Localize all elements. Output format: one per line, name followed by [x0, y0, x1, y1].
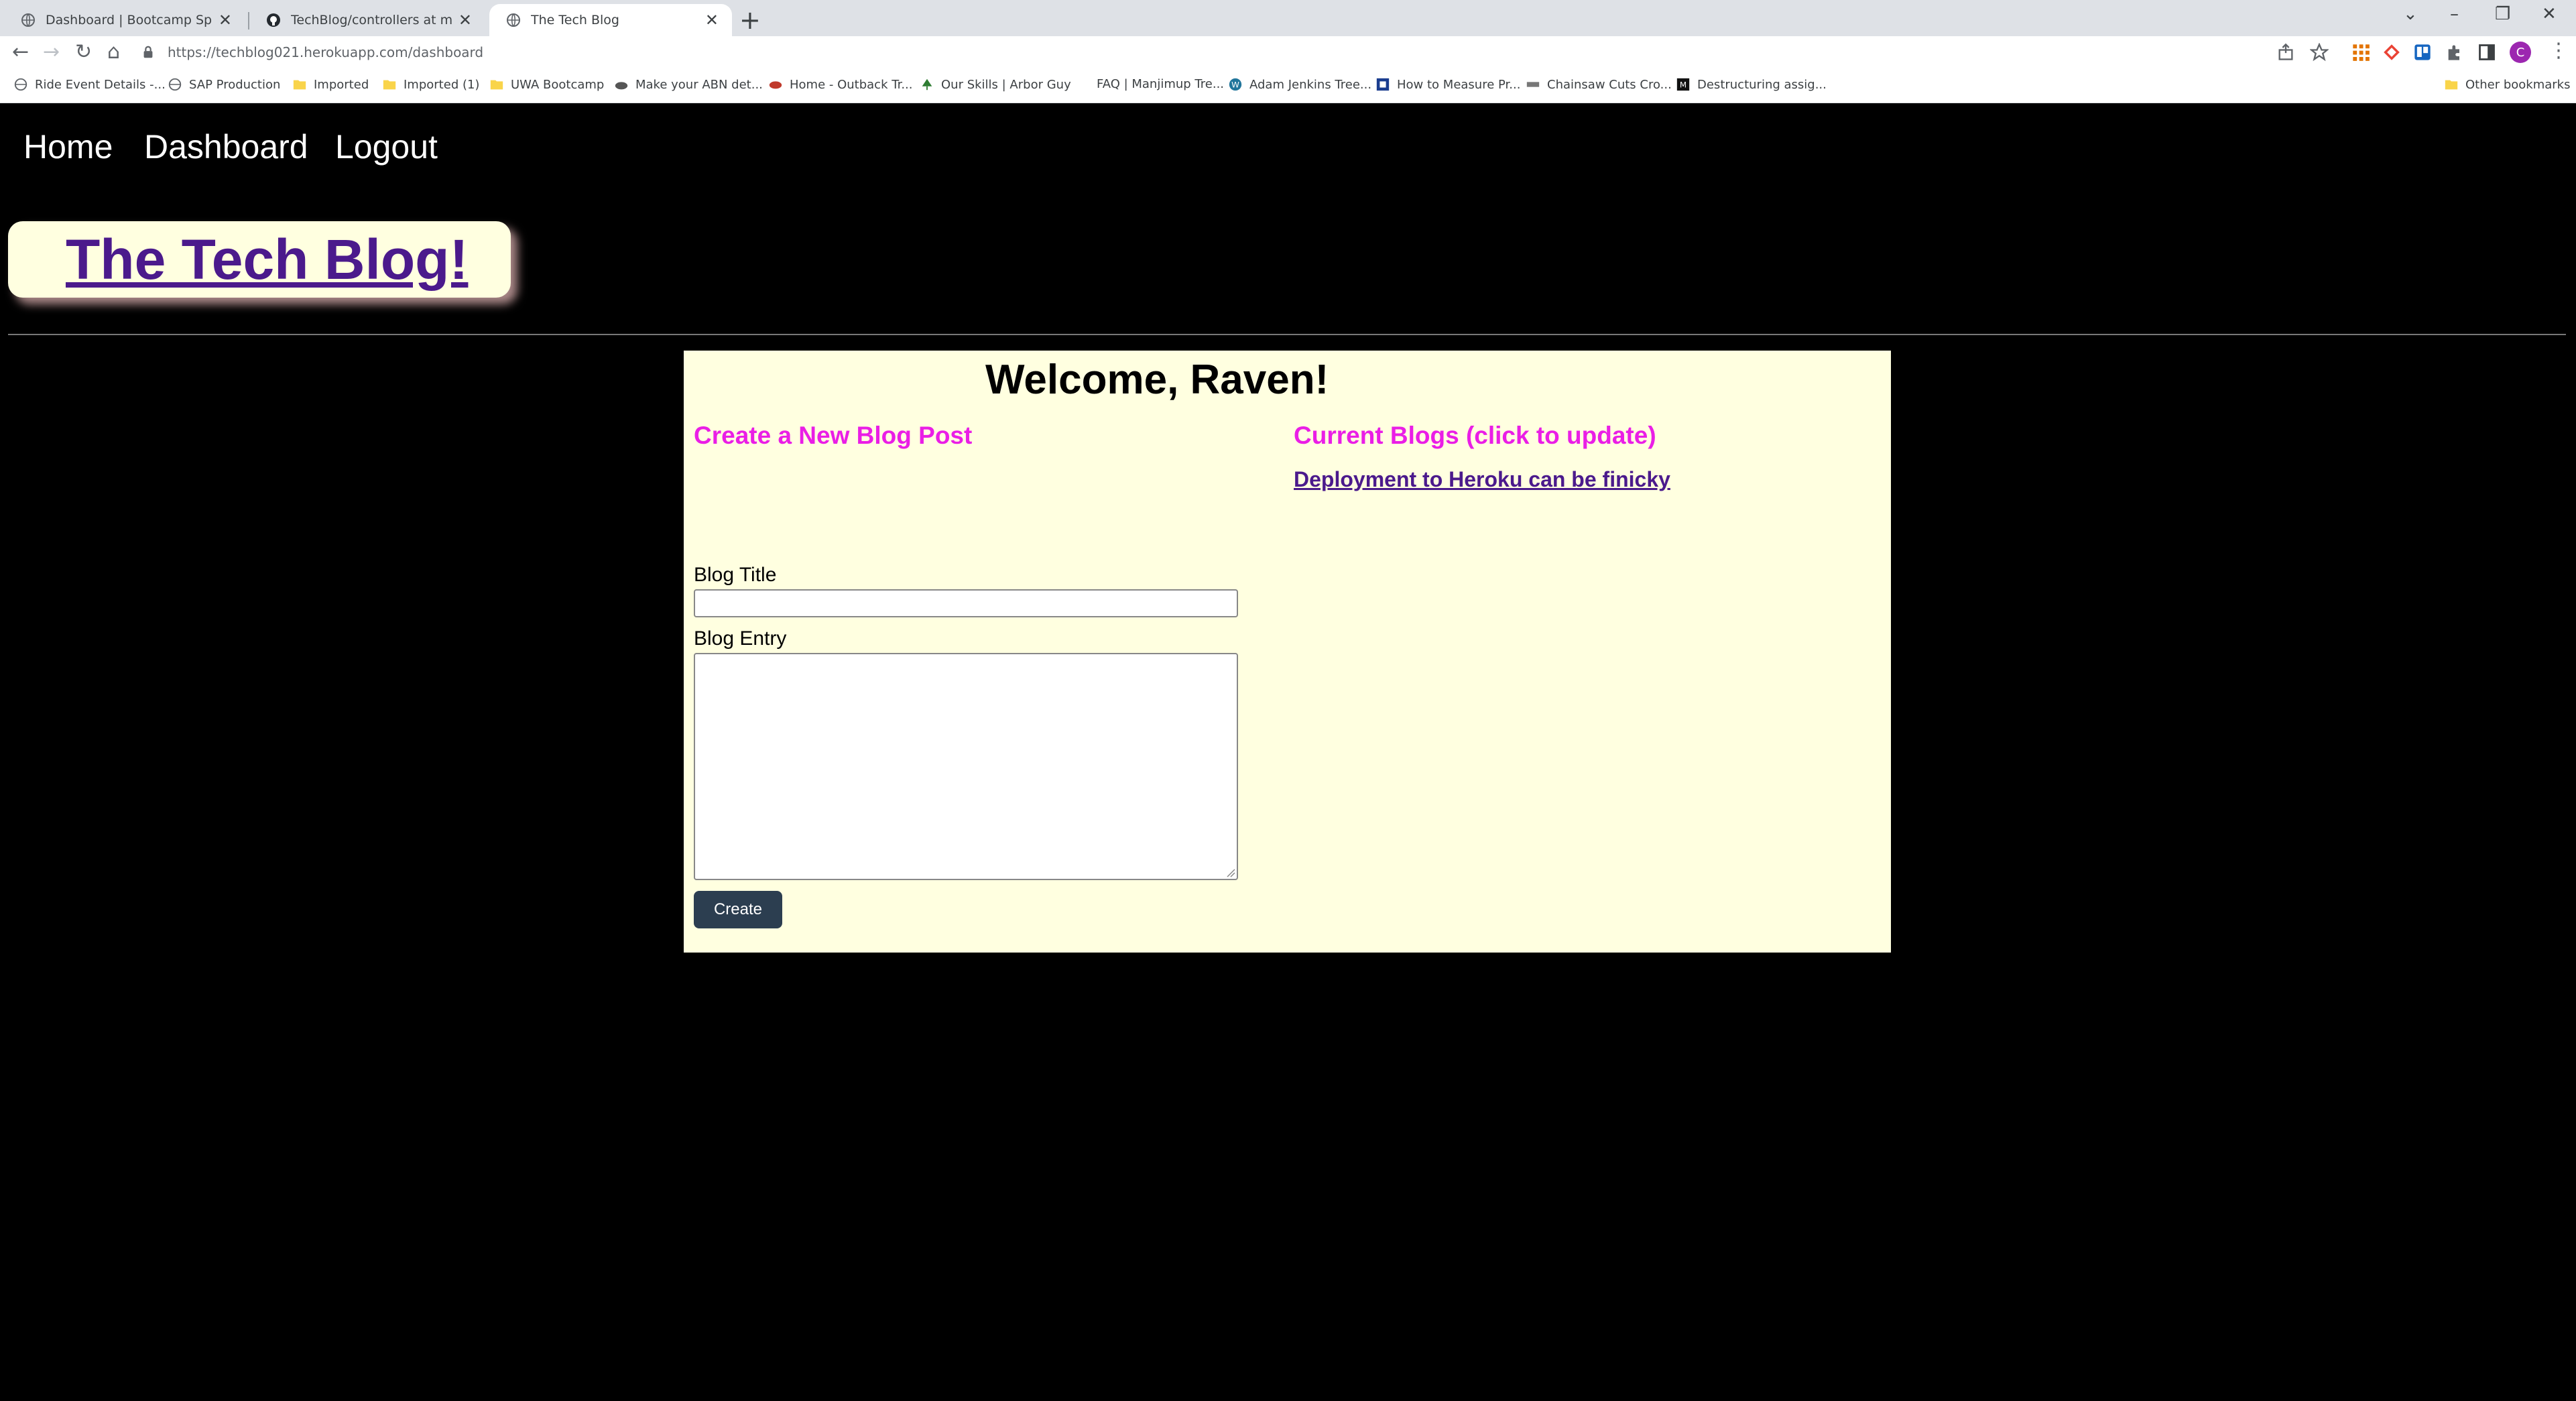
restore-icon[interactable]: ❐ — [2495, 4, 2510, 24]
svg-text:W: W — [1231, 80, 1239, 90]
nav-dashboard-link[interactable]: Dashboard — [144, 127, 308, 166]
bookmark-item[interactable]: W Adam Jenkins Tree... — [1228, 77, 1371, 92]
extension-red-icon[interactable] — [2382, 43, 2401, 62]
bookmark-label: Ride Event Details -... — [35, 77, 166, 92]
bookmark-item[interactable]: Home - Outback Tr... — [768, 77, 913, 92]
bookmark-item[interactable]: Ride Event Details -... — [13, 77, 166, 92]
more-menu-icon[interactable]: ⋮ — [2549, 39, 2569, 62]
current-blogs-heading: Current Blogs (click to update) — [1294, 422, 1656, 449]
browser-toolbar: ← → ↻ ⌂ https://techblog021.herokuapp.co… — [0, 36, 2576, 68]
bookmark-label: Other bookmarks — [2465, 77, 2571, 92]
mdn-icon: M — [1676, 78, 1690, 91]
outback-icon — [769, 81, 782, 89]
apps-grid-icon[interactable] — [2351, 43, 2370, 62]
create-button[interactable]: Create — [694, 891, 782, 928]
bookmark-item[interactable]: Chainsaw Cuts Cro... — [1526, 77, 1672, 92]
bookmark-item[interactable]: Our Skills | Arbor Guy — [920, 77, 1071, 92]
close-icon[interactable]: ✕ — [458, 11, 472, 29]
nav-logout-link[interactable]: Logout — [335, 127, 438, 166]
bookmark-label: Our Skills | Arbor Guy — [941, 77, 1071, 92]
site-title-link[interactable]: The Tech Blog! — [66, 227, 468, 292]
welcome-heading: Welcome, Raven! — [985, 357, 1329, 403]
measure-icon — [1376, 78, 1390, 91]
folder-icon — [490, 80, 503, 90]
svg-text:M: M — [1680, 80, 1686, 90]
create-post-heading: Create a New Blog Post — [694, 422, 973, 449]
bookmark-label: Chainsaw Cuts Cro... — [1547, 77, 1672, 92]
bookmark-label: FAQ | Manjimup Tre... — [1097, 77, 1225, 91]
tab-bootcamp-spot[interactable]: Dashboard | Bootcamp Spot ✕ — [4, 4, 245, 36]
globe-icon — [21, 13, 35, 27]
other-bookmarks[interactable]: Other bookmarks — [2444, 77, 2570, 92]
new-tab-plus-icon[interactable]: + — [739, 5, 761, 35]
tab-title: Dashboard | Bootcamp Spot — [46, 13, 212, 27]
profile-avatar[interactable]: C — [2510, 42, 2531, 63]
bookmark-label: Imported (1) — [404, 77, 480, 92]
nav-home-link[interactable]: Home — [23, 127, 113, 166]
chainsaw-icon — [1526, 82, 1540, 87]
arbor-guy-icon — [922, 78, 932, 90]
bookmark-item[interactable]: SAP Production — [168, 77, 280, 92]
trello-icon[interactable] — [2413, 43, 2432, 62]
blog-entry-textarea[interactable] — [694, 653, 1238, 880]
bookmark-label: Make your ABN det... — [635, 77, 763, 92]
bookmark-item[interactable]: How to Measure Pr... — [1375, 77, 1520, 92]
bookmark-label: How to Measure Pr... — [1397, 77, 1521, 92]
globe-icon — [14, 78, 27, 91]
header-divider — [8, 334, 2566, 335]
abn-icon — [615, 82, 628, 90]
github-icon — [267, 13, 280, 27]
tab-title: The Tech Blog — [531, 13, 619, 27]
blog-title-label: Blog Title — [694, 564, 777, 586]
folder-icon — [293, 80, 306, 90]
home-icon[interactable]: ⌂ — [107, 40, 120, 64]
bookmark-folder[interactable]: Imported (1) — [382, 77, 479, 92]
folder-icon — [2445, 80, 2458, 90]
globe-icon — [507, 13, 520, 27]
browser-tab-bar: Dashboard | Bootcamp Spot ✕ TechBlog/con… — [0, 0, 2576, 36]
profile-initial: C — [2516, 45, 2525, 60]
tab-github[interactable]: TechBlog/controllers at main · Ca ✕ — [249, 4, 485, 36]
bookmark-label: UWA Bootcamp — [511, 77, 605, 92]
bookmark-item[interactable]: Make your ABN det... — [614, 77, 763, 92]
share-icon[interactable] — [2276, 43, 2295, 62]
tab-the-tech-blog[interactable]: The Tech Blog ✕ — [489, 4, 732, 36]
site-title-card: The Tech Blog! — [8, 221, 511, 298]
close-icon[interactable]: ✕ — [219, 11, 232, 29]
minimize-icon[interactable]: – — [2450, 4, 2459, 24]
side-panel-icon[interactable] — [2477, 43, 2496, 62]
lock-icon — [143, 46, 153, 58]
address-bar[interactable]: https://techblog021.herokuapp.com/dashbo… — [141, 40, 2286, 65]
dashboard-panel: Welcome, Raven! Create a New Blog Post B… — [684, 351, 1891, 953]
bookmark-folder[interactable]: Imported — [292, 77, 369, 92]
window-close-icon[interactable]: ✕ — [2542, 4, 2557, 24]
reload-icon[interactable]: ↻ — [75, 40, 92, 64]
blog-title-input[interactable] — [694, 589, 1238, 617]
bookmark-label: Imported — [314, 77, 369, 92]
folder-icon — [383, 80, 396, 90]
close-icon[interactable]: ✕ — [705, 11, 719, 29]
resize-handle-icon[interactable] — [1226, 868, 1235, 877]
bookmark-star-icon[interactable] — [2310, 43, 2329, 62]
globe-icon — [168, 78, 182, 91]
puzzle-extensions-icon[interactable] — [2445, 43, 2464, 62]
tab-title: TechBlog/controllers at main · Ca — [291, 13, 452, 27]
forward-arrow-icon[interactable]: → — [43, 40, 60, 64]
bookmark-label: Destructuring assig... — [1697, 77, 1827, 92]
bookmark-item[interactable]: FAQ | Manjimup Tre... — [1097, 77, 1224, 91]
bookmark-label: Adam Jenkins Tree... — [1249, 77, 1372, 92]
blog-post-link[interactable]: Deployment to Heroku can be finicky — [1294, 467, 1670, 492]
url-text: https://techblog021.herokuapp.com/dashbo… — [168, 44, 484, 60]
wordpress-icon: W — [1229, 78, 1242, 91]
bookmark-item[interactable]: M Destructuring assig... — [1676, 77, 1827, 92]
page-body: Home Dashboard Logout The Tech Blog! Wel… — [0, 103, 2576, 1401]
bookmark-label: Home - Outback Tr... — [790, 77, 913, 92]
bookmark-label: SAP Production — [189, 77, 281, 92]
bookmark-folder[interactable]: UWA Bootcamp — [489, 77, 604, 92]
chevron-down-icon[interactable]: ⌄ — [2403, 4, 2418, 24]
blog-entry-label: Blog Entry — [694, 627, 787, 650]
bookmarks-bar: Ride Event Details -... SAP Production I… — [0, 68, 2576, 103]
back-arrow-icon[interactable]: ← — [12, 40, 29, 64]
